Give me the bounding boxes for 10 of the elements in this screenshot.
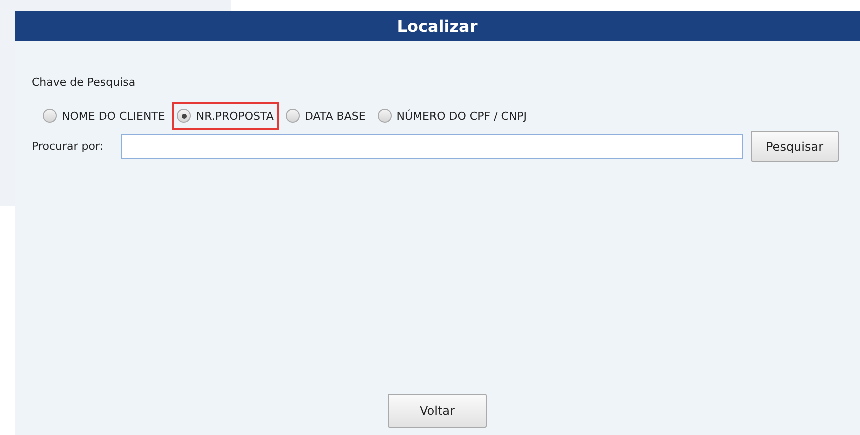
highlighted-radio-option[interactable]: NR.PROPOSTA xyxy=(172,102,279,130)
search-key-label: Chave de Pesquisa xyxy=(32,76,137,89)
radio-option[interactable]: NOME DO CLIENTE xyxy=(38,102,170,130)
radio-option[interactable]: NÚMERO DO CPF / CNPJ xyxy=(372,102,532,130)
search-field[interactable] xyxy=(121,134,743,159)
back-button[interactable]: Voltar xyxy=(388,394,487,428)
radio-option[interactable]: DATA BASE xyxy=(280,102,371,130)
panel-title: Localizar xyxy=(397,16,478,36)
search-field-label: Procurar por: xyxy=(32,140,104,153)
search-button[interactable]: Pesquisar xyxy=(751,131,839,162)
